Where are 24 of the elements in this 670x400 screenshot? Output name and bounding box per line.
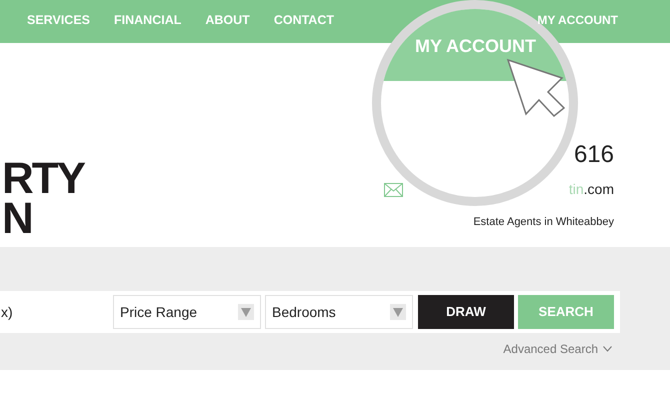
email-link[interactable]: tin — [568, 181, 584, 197]
phone-number: 616 — [574, 143, 614, 167]
nav-link[interactable]: FINANCIAL — [114, 10, 182, 30]
nav-link[interactable]: ABOUT — [205, 10, 250, 30]
select-label: Bedrooms — [272, 302, 336, 322]
nav-link[interactable]: SERVICES — [27, 10, 90, 30]
search-button[interactable]: SEARCH — [518, 295, 614, 329]
logo-text: N — [2, 198, 33, 238]
select-label: Price Range — [120, 302, 198, 322]
nav-link[interactable]: CONTACT — [274, 10, 334, 30]
select-field[interactable]: Price Range — [113, 295, 261, 329]
email-domain: .com — [584, 181, 614, 197]
draw-button[interactable]: DRAW — [418, 295, 514, 329]
dropdown-icon — [238, 304, 254, 320]
chevron-down-icon — [603, 346, 612, 352]
select-field[interactable]: Bedrooms — [265, 295, 413, 329]
logo-text: RTY — [2, 159, 84, 199]
envelope-icon — [384, 182, 403, 196]
account-link[interactable]: MY ACCOUNT — [537, 11, 618, 29]
dropdown-icon — [390, 304, 406, 320]
tagline: Estate Agents in Whiteabbey — [473, 215, 614, 230]
pointer-cursor-icon — [506, 58, 566, 118]
search-query[interactable]: x) — [0, 302, 109, 322]
advanced-search-link[interactable]: Advanced Search — [503, 340, 612, 358]
